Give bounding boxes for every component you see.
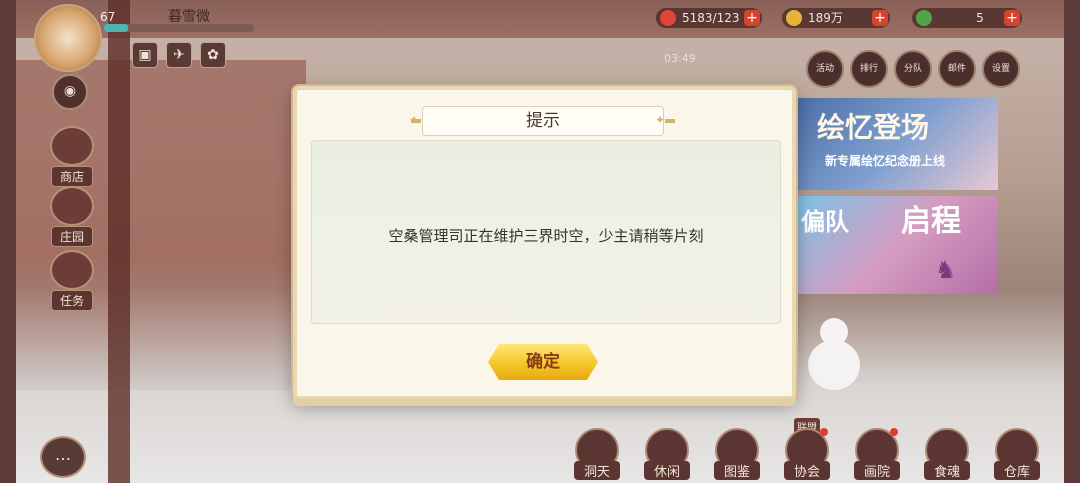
dialog-message: 空桑管理司正在维护三界时空，少主请稍等片刻 (388, 227, 704, 245)
game-screen: 67 暮雪微 ▣ ✈ ✿ ◉ 5183/123 + 189万 + 5 + 03:… (0, 0, 1080, 483)
dialog-title: 提示 (411, 106, 675, 136)
confirm-button[interactable]: 确定 (488, 344, 598, 380)
notice-dialog: ✦ 提示 ✦ 空桑管理司正在维护三界时空，少主请稍等片刻 确定 (293, 86, 796, 406)
title-ornament-right: ✦ (655, 113, 666, 127)
dialog-message-box: 空桑管理司正在维护三界时空，少主请稍等片刻 (311, 140, 781, 324)
